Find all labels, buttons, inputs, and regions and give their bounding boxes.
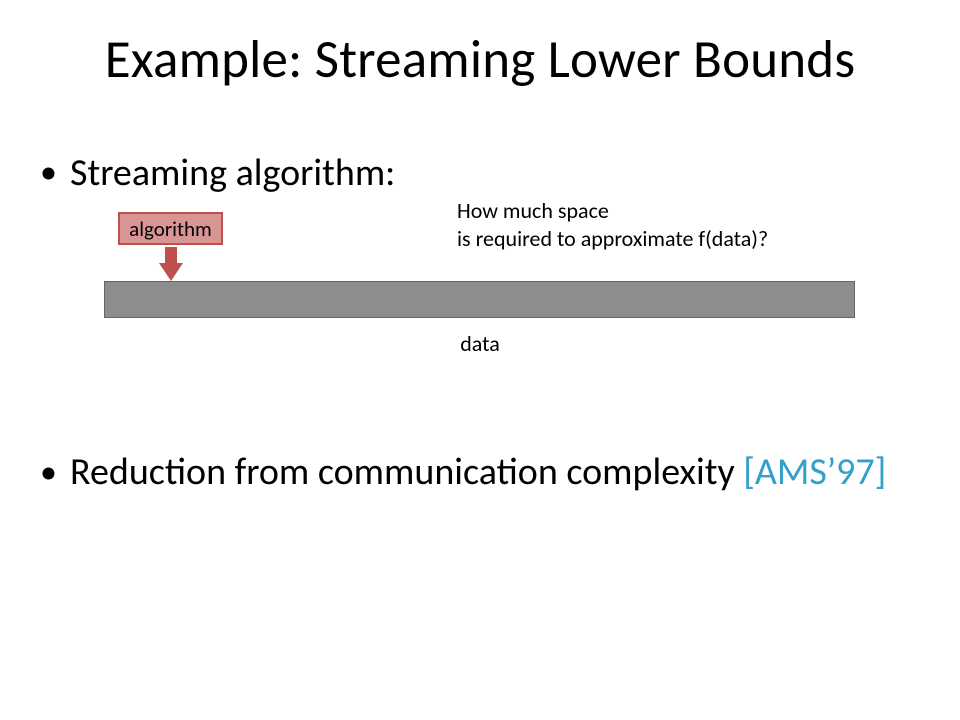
bullet-streaming-algorithm: Streaming algorithm: — [70, 150, 395, 196]
down-arrow-icon — [159, 247, 183, 281]
algorithm-box: algorithm — [118, 212, 223, 245]
data-label: data — [0, 330, 960, 357]
data-stream-bar — [104, 281, 855, 318]
slide: Example: Streaming Lower Bounds Streamin… — [0, 0, 960, 720]
slide-title: Example: Streaming Lower Bounds — [0, 28, 960, 92]
space-question-text: How much space is required to approximat… — [457, 197, 768, 252]
citation-ams97: [AMS’97] — [743, 449, 886, 495]
bullet-reduction: Reduction from communication complexity … — [70, 450, 910, 496]
bullet-reduction-text: Reduction from communication complexity — [70, 449, 743, 495]
